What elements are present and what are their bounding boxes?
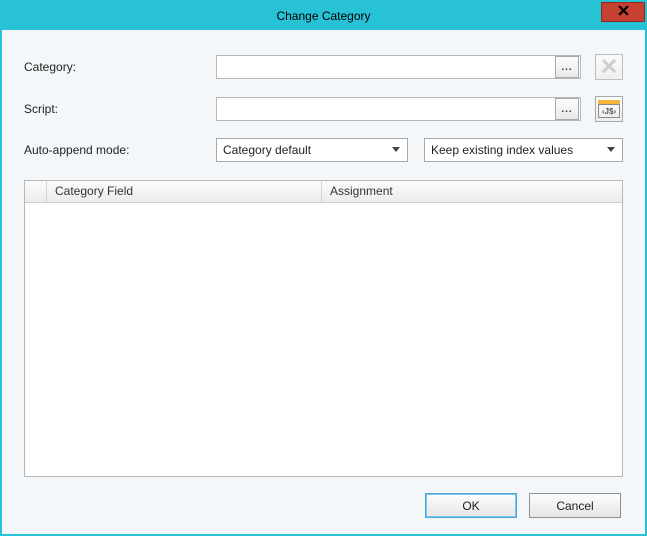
category-clear-button[interactable] — [595, 54, 623, 80]
script-edit-button[interactable]: ‹J$› — [595, 96, 623, 122]
title-bar: Change Category — [2, 2, 645, 30]
script-input[interactable]: ... — [216, 97, 581, 121]
auto-append-label: Auto-append mode: — [24, 143, 208, 157]
ellipsis-icon: ... — [561, 104, 572, 115]
chevron-down-icon — [604, 147, 618, 153]
close-icon — [618, 5, 629, 19]
auto-append-mode-select[interactable]: Category default — [216, 138, 408, 162]
cancel-label: Cancel — [556, 499, 593, 513]
close-button[interactable] — [601, 2, 645, 22]
row-category: Category: ... — [24, 54, 623, 80]
ok-button[interactable]: OK — [425, 493, 517, 518]
auto-append-behavior-value: Keep existing index values — [431, 143, 604, 157]
window-title: Change Category — [276, 9, 370, 23]
table-header-gutter — [25, 181, 47, 202]
row-auto-append: Auto-append mode: Category default Keep … — [24, 138, 623, 162]
row-script: Script: ... ‹J$› — [24, 96, 623, 122]
dialog-window: Change Category Category: ... — [0, 0, 647, 536]
column-header-assignment[interactable]: Assignment — [322, 181, 622, 202]
column-header-category-field[interactable]: Category Field — [47, 181, 322, 202]
category-browse-button[interactable]: ... — [555, 56, 579, 78]
dialog-body: Category: ... Script: — [2, 30, 645, 534]
category-input[interactable]: ... — [216, 55, 581, 79]
dialog-footer: OK Cancel — [24, 493, 623, 520]
auto-append-behavior-select[interactable]: Keep existing index values — [424, 138, 623, 162]
clear-icon — [601, 58, 617, 77]
category-field-wrap: ... — [216, 55, 581, 79]
script-field-wrap: ... — [216, 97, 581, 121]
auto-append-mode-value: Category default — [223, 143, 389, 157]
ellipsis-icon: ... — [561, 62, 572, 73]
script-browse-button[interactable]: ... — [555, 98, 579, 120]
table-header: Category Field Assignment — [25, 181, 622, 203]
mapping-table: Category Field Assignment — [24, 180, 623, 477]
chevron-down-icon — [389, 147, 403, 153]
table-body — [25, 203, 622, 476]
ok-label: OK — [462, 499, 479, 513]
cancel-button[interactable]: Cancel — [529, 493, 621, 518]
category-label: Category: — [24, 60, 208, 74]
script-label: Script: — [24, 102, 208, 116]
script-icon: ‹J$› — [598, 100, 620, 118]
